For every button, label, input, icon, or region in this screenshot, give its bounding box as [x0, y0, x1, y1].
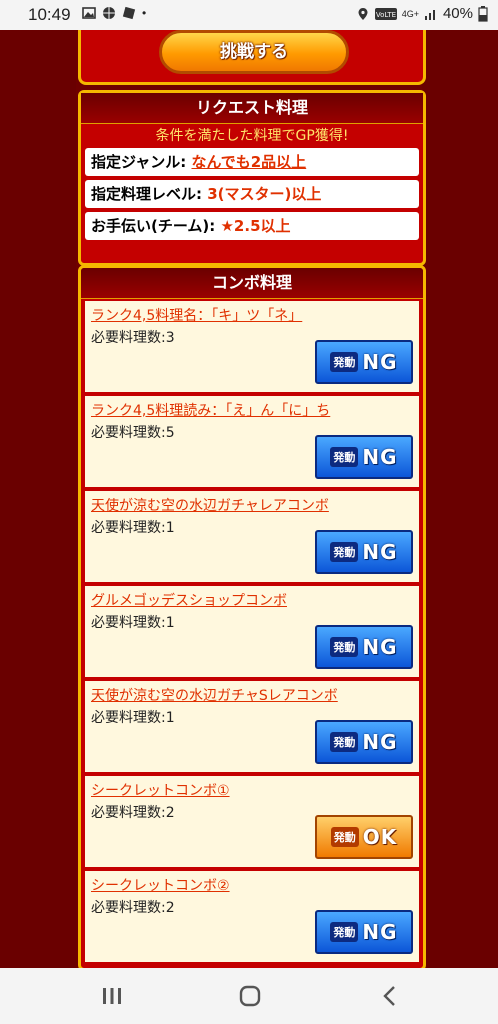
- combo-name-link[interactable]: 天使が涼む空の水辺ガチャSレアコンボ: [91, 685, 338, 705]
- battery-percent: 40%: [442, 5, 473, 22]
- recents-icon[interactable]: [92, 980, 132, 1012]
- activation-status-badge: 発動 NG: [315, 625, 413, 669]
- back-icon[interactable]: [370, 980, 410, 1012]
- basketball-icon: [103, 7, 115, 19]
- request-value-genre-link[interactable]: なんでも2品以上: [191, 153, 306, 171]
- right-border: [422, 30, 498, 968]
- badge-status: OK: [362, 825, 398, 849]
- request-value: 3(マスター)以上: [207, 185, 322, 203]
- nav-bar: [0, 968, 498, 1024]
- activation-status-badge: 発動 NG: [315, 910, 413, 954]
- home-icon[interactable]: [230, 980, 270, 1012]
- image-icon: [82, 7, 96, 19]
- badge-prefix: 発動: [330, 827, 359, 847]
- clock: 10:49: [28, 5, 71, 24]
- request-label: 指定ジャンル:: [91, 153, 192, 171]
- combo-item: ランク4,5料理読み：「え」ん「に」ち必要料理数:5 発動 NG: [85, 396, 419, 489]
- request-value: ★2.5以上: [220, 217, 291, 235]
- combo-panel: コンボ料理 ランク4,5料理名：「キ」ツ「ネ」 必要料理数:3 発動 NG ランク4,5…: [78, 265, 426, 968]
- combo-name-link[interactable]: シークレットコンボ②: [91, 875, 230, 895]
- game-page: 挑戦する リクエスト料理 条件を満たした料理でGP獲得! 指定ジャンル: なんで…: [0, 30, 498, 968]
- badge-prefix: 発動: [330, 732, 359, 752]
- combo-name-link[interactable]: グルメゴッデスショップコンボ: [91, 590, 287, 610]
- combo-item: シークレットコンボ① 必要料理数:2 発動 OK: [85, 776, 419, 869]
- dot-icon: •: [142, 6, 147, 20]
- combo-required-count: 必要料理数:1: [91, 520, 175, 536]
- combo-item: ランク4,5料理名：「キ」ツ「ネ」必要料理数:3 発動 NG: [85, 301, 419, 394]
- challenge-button[interactable]: 挑戦する: [159, 30, 349, 74]
- request-panel: リクエスト料理 条件を満たした料理でGP獲得! 指定ジャンル: なんでも2品以上…: [78, 90, 426, 266]
- combo-name-link[interactable]: シークレットコンボ①: [91, 780, 230, 800]
- badge-status: NG: [362, 540, 398, 564]
- request-row-level: 指定料理レベル: 3(マスター)以上: [85, 180, 419, 208]
- combo-name-link[interactable]: 天使が涼む空の水辺ガチャレアコンボ: [91, 495, 329, 515]
- location-icon: [358, 7, 368, 20]
- combo-required-count: 必要料理数:2: [91, 805, 175, 821]
- combo-item: グルメゴッデスショップコンボ必要料理数:1 発動 NG: [85, 586, 419, 679]
- combo-required-count: 必要料理数:1: [91, 615, 175, 631]
- combo-required-count: 必要料理数:1: [91, 710, 175, 726]
- activation-status-badge: 発動 OK: [315, 815, 413, 859]
- badge-status: NG: [362, 635, 398, 659]
- request-label: 指定料理レベル:: [91, 185, 208, 203]
- combo-required-count: 必要料理数:5: [91, 425, 175, 441]
- combo-item: シークレットコンボ② 必要料理数:2 発動 NG: [85, 871, 419, 964]
- system-icons: VoLTE 4G+ 40%: [356, 5, 488, 22]
- combo-title: コンボ料理: [81, 268, 423, 299]
- badge-status: NG: [362, 445, 398, 469]
- activation-status-badge: 発動 NG: [315, 530, 413, 574]
- status-bar: 10:49 • VoLTE 4G+ 40%: [0, 0, 498, 30]
- activation-status-badge: 発動 NG: [315, 435, 413, 479]
- badge-prefix: 発動: [330, 447, 359, 467]
- request-subtitle: 条件を満たした料理でGP獲得!: [155, 128, 349, 144]
- badge-prefix: 発動: [330, 352, 359, 372]
- badge-status: NG: [362, 350, 398, 374]
- combo-required-count: 必要料理数:2: [91, 900, 175, 916]
- notification-icons: •: [82, 6, 146, 20]
- combo-required-count: 必要料理数:3: [91, 330, 175, 346]
- combo-item: 天使が涼む空の水辺ガチャレアコンボ必要料理数:1 発動 NG: [85, 491, 419, 584]
- volte-icon: VoLTE: [374, 7, 397, 20]
- combo-item: 天使が涼む空の水辺ガチャSレアコンボ必要料理数:1 発動 NG: [85, 681, 419, 774]
- battery-icon: [478, 5, 488, 22]
- request-row-helper: お手伝い(チーム): ★2.5以上: [85, 212, 419, 240]
- network-type: 4G+: [401, 8, 419, 19]
- signal-icon: [424, 9, 435, 20]
- combo-name-link[interactable]: ランク4,5料理読み：「え」ん「に」ち: [91, 400, 330, 420]
- activation-status-badge: 発動 NG: [315, 720, 413, 764]
- challenge-panel: 挑戦する: [78, 30, 426, 85]
- activation-status-badge: 発動 NG: [315, 340, 413, 384]
- badge-status: NG: [362, 730, 398, 754]
- request-label: お手伝い(チーム):: [91, 217, 221, 235]
- left-border: [0, 30, 76, 968]
- badge-status: NG: [362, 920, 398, 944]
- combo-list: ランク4,5料理名：「キ」ツ「ネ」 必要料理数:3 発動 NG ランク4,5料理読み：「…: [81, 301, 423, 964]
- request-row-genre: 指定ジャンル: なんでも2品以上: [85, 148, 419, 176]
- badge-prefix: 発動: [330, 542, 359, 562]
- badge-prefix: 発動: [330, 637, 359, 657]
- app-icon: [122, 6, 136, 20]
- svg-text:VoLTE: VoLTE: [376, 11, 396, 19]
- badge-prefix: 発動: [330, 922, 359, 942]
- combo-name-link[interactable]: ランク4,5料理名：「キ」ツ「ネ」: [91, 305, 302, 325]
- request-title: リクエスト料理: [81, 93, 423, 124]
